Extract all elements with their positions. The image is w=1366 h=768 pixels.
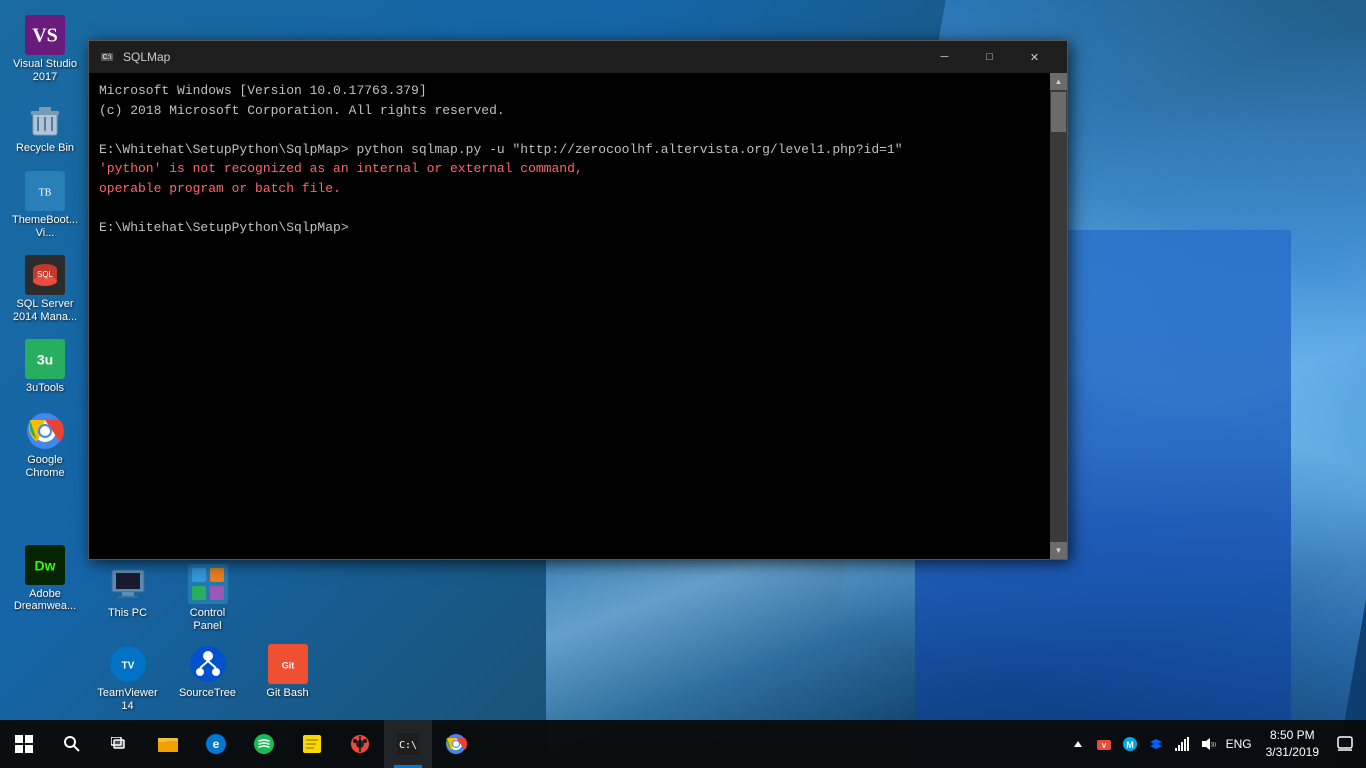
taskbar-spotify[interactable] [240,720,288,768]
desktop-icon-3utools[interactable]: 3u 3uTools [5,334,85,400]
svg-text:V: V [1101,743,1106,750]
svg-text:)))): )))) [1211,742,1216,748]
task-view-button[interactable] [96,720,144,768]
control-panel-label: Control Panel [175,607,240,633]
adobe-dreamweaver-icon: Dw [25,545,65,585]
desktop-icon-sourcetree[interactable]: SourceTree [170,639,245,718]
taskbar: e [0,720,1366,768]
search-button[interactable] [48,720,96,768]
desktop-icon-teamviewer[interactable]: TV TeamViewer 14 [90,639,165,718]
this-pc-label: This PC [108,607,147,620]
minimize-button[interactable]: ─ [922,41,967,73]
scrollbar-track[interactable] [1050,90,1067,542]
taskbar-sticky-notes[interactable] [288,720,336,768]
svg-text:C:\: C:\ [103,54,112,61]
desktop-icon-this-pc[interactable]: This PC [90,559,165,638]
desktop-icon-google-chrome[interactable]: Google Chrome [5,406,85,485]
tray-network-icon[interactable] [1170,720,1194,768]
visual-studio-icon: VS [25,15,65,55]
themeboot-label: ThemeBoot... Vi... [10,214,80,240]
git-bash-label: Git Bash [266,687,308,700]
cmd-line-4: E:\Whitehat\SetupPython\SqlpMap> python … [99,140,1040,160]
cmd-line-3 [99,120,1040,140]
recycle-bin-icon [25,99,65,139]
desktop-icon-control-panel[interactable]: Control Panel [170,559,245,638]
desktop-icon-sql-server[interactable]: SQL SQL Server 2014 Mana... [5,250,85,329]
close-button[interactable]: ✕ [1012,41,1057,73]
tray-malwarebytes-icon[interactable]: M [1118,720,1142,768]
sourcetree-icon [188,644,228,684]
google-chrome-desktop-icon [25,411,65,451]
desktop-icon-visual-studio[interactable]: VS Visual Studio 2017 [5,10,85,89]
cmd-line-8: E:\Whitehat\SetupPython\SqlpMap> [99,218,1040,238]
cmd-content-area: Microsoft Windows [Version 10.0.17763.37… [89,73,1067,559]
control-panel-icon [188,564,228,604]
cmd-window-controls: ─ □ ✕ [922,41,1057,73]
cmd-line-1: Microsoft Windows [Version 10.0.17763.37… [99,81,1040,101]
scrollbar-down-button[interactable]: ▼ [1050,542,1067,559]
teamviewer-icon: TV [108,644,148,684]
tray-date: 3/31/2019 [1266,744,1319,761]
recycle-bin-label: Recycle Bin [16,142,74,155]
cmd-line-6: operable program or batch file. [99,179,1040,199]
google-chrome-label: Google Chrome [10,454,80,480]
tray-notification-button[interactable] [1329,720,1361,768]
tray-language[interactable]: ENG [1222,720,1256,768]
taskbar-cmd[interactable]: C:\ [384,720,432,768]
this-pc-icon [108,564,148,604]
adobe-dreamweaver-label: Adobe Dreamwea... [10,588,80,612]
svg-text:TV: TV [121,660,134,671]
tray-volume-icon[interactable]: )))) [1196,720,1220,768]
tray-clock[interactable]: 8:50 PM 3/31/2019 [1258,720,1327,768]
cmd-titlebar-icon: C:\ [99,49,115,65]
maximize-button[interactable]: □ [967,41,1012,73]
3utools-label: 3uTools [26,382,64,395]
scrollbar-up-button[interactable]: ▲ [1050,73,1067,90]
cmd-line-5: 'python' is not recognized as an interna… [99,159,1040,179]
sql-server-label: SQL Server 2014 Mana... [10,298,80,324]
tray-vpn-icon[interactable]: V [1092,720,1116,768]
svg-text:TB: TB [39,187,52,198]
cmd-line-7 [99,198,1040,218]
tray-time: 8:50 PM [1270,727,1315,744]
cmd-titlebar[interactable]: C:\ SQLMap ─ □ ✕ [89,41,1067,73]
system-tray: V M [1066,720,1366,768]
3utools-icon: 3u [25,339,65,379]
cmd-terminal[interactable]: Microsoft Windows [Version 10.0.17763.37… [89,73,1050,559]
svg-text:C:\: C:\ [399,740,417,751]
taskbar-chrome[interactable] [432,720,480,768]
cmd-title-text: SQLMap [123,50,922,64]
sourcetree-label: SourceTree [179,687,236,700]
sql-server-icon: SQL [25,255,65,295]
svg-text:Git: Git [281,660,294,670]
scrollbar-thumb[interactable] [1051,92,1066,132]
svg-text:e: e [213,737,220,751]
taskbar-file-explorer[interactable] [144,720,192,768]
cmd-window: C:\ SQLMap ─ □ ✕ Microsoft Windows [Vers… [88,40,1068,560]
git-bash-icon: Git [268,644,308,684]
cmd-scrollbar[interactable]: ▲ ▼ [1050,73,1067,559]
taskbar-apps: e [144,720,1066,768]
themeboot-icon: TB [25,171,65,211]
svg-text:VS: VS [32,25,58,47]
teamviewer-label: TeamViewer 14 [95,687,160,713]
visual-studio-label: Visual Studio 2017 [10,58,80,84]
desktop-icon-adobe-dreamweaver[interactable]: Dw Adobe Dreamwea... [5,540,85,617]
svg-text:M: M [1126,740,1134,750]
start-button[interactable] [0,720,48,768]
bottom-desktop-icons-row1: This PC Control Panel [90,559,245,638]
desktop: VS Visual Studio 2017 Recycle Bin [0,0,1366,768]
tray-chevron[interactable] [1066,720,1090,768]
desktop-icon-git-bash[interactable]: Git Git Bash [250,639,325,718]
svg-text:Dw: Dw [35,558,56,574]
svg-text:3u: 3u [37,352,53,368]
bottom-desktop-icons-row2: TV TeamViewer 14 SourceTree [90,639,325,718]
desktop-icon-themeboot[interactable]: TB ThemeBoot... Vi... [5,166,85,245]
svg-text:SQL: SQL [37,270,54,279]
taskbar-ladybug[interactable] [336,720,384,768]
taskbar-edge[interactable]: e [192,720,240,768]
desktop-icon-recycle-bin[interactable]: Recycle Bin [5,94,85,160]
tray-dropbox-icon[interactable] [1144,720,1168,768]
cmd-line-2: (c) 2018 Microsoft Corporation. All righ… [99,101,1040,121]
